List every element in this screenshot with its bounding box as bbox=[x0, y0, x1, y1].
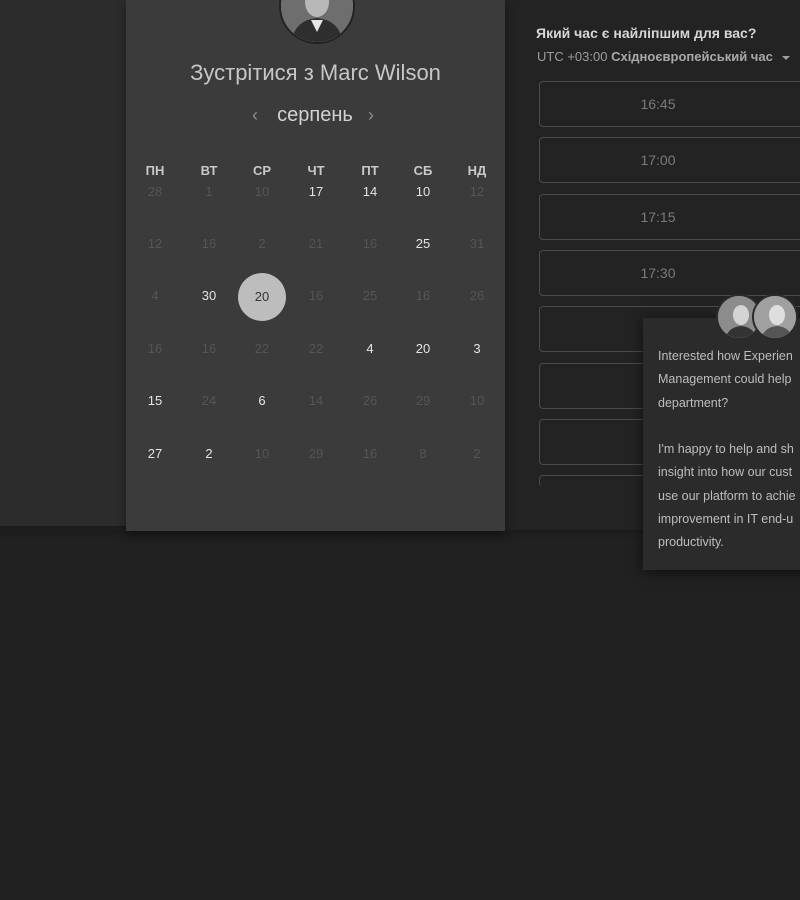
chat-line: use our platform to achie bbox=[658, 488, 796, 503]
calendar-day: 29 bbox=[415, 393, 431, 408]
chat-line: Management could help bbox=[658, 372, 792, 387]
calendar-day: 2 bbox=[258, 236, 266, 251]
calendar-day[interactable]: 17 bbox=[296, 182, 336, 202]
weekday-label: ВТ bbox=[200, 163, 218, 178]
calendar-day: 16 bbox=[147, 341, 163, 356]
calendar-day: 16 bbox=[362, 446, 378, 461]
chat-agents[interactable] bbox=[716, 294, 800, 342]
calendar-day: 12 bbox=[469, 184, 485, 199]
calendar-day[interactable]: 15 bbox=[135, 391, 175, 411]
time-slot-button[interactable]: 17:00 bbox=[539, 137, 800, 184]
weekday-label: СР bbox=[252, 163, 272, 178]
calendar-day[interactable]: 2 bbox=[189, 444, 229, 464]
calendar-day[interactable]: 20 bbox=[403, 339, 443, 359]
chat-line: insight into how our cust bbox=[658, 465, 793, 480]
weekday-label: НД bbox=[467, 163, 487, 178]
chat-paragraph-1: Interested how Experien Management could… bbox=[643, 345, 800, 415]
agent-avatar bbox=[752, 294, 798, 340]
calendar-day: 8 bbox=[419, 446, 427, 461]
month-navigator: ‹ серпень › bbox=[240, 104, 390, 130]
calendar-day: 22 bbox=[254, 341, 270, 356]
calendar-day[interactable]: 25 bbox=[403, 234, 443, 254]
calendar-day: 4 bbox=[151, 288, 159, 303]
weekday-label: ПТ bbox=[361, 163, 379, 178]
calendar-day: 10 bbox=[254, 446, 270, 461]
calendar-day: 24 bbox=[201, 393, 217, 408]
calendar-day: 2 bbox=[473, 446, 481, 461]
calendar-day: 16 bbox=[201, 341, 217, 356]
chat-paragraph-2: I'm happy to help and sh insight into ho… bbox=[643, 438, 800, 554]
timezone-name: Східноєвропейський час bbox=[611, 49, 773, 64]
chat-bubble[interactable]: Interested how Experien Management could… bbox=[643, 318, 800, 570]
calendar-day: 29 bbox=[308, 446, 324, 461]
weekday-label: СБ bbox=[413, 163, 433, 178]
calendar-day: 28 bbox=[147, 184, 163, 199]
weekday-label: ЧТ bbox=[307, 163, 325, 178]
calendar-day: 31 bbox=[469, 236, 485, 251]
calendar-day-selected[interactable]: 20 bbox=[238, 273, 286, 321]
calendar-day: 10 bbox=[254, 184, 270, 199]
chat-line: department? bbox=[658, 395, 729, 410]
chat-line: productivity. bbox=[658, 535, 724, 550]
calendar-day: 25 bbox=[362, 288, 378, 303]
timezone-offset: UTC +03:00 bbox=[537, 49, 608, 64]
calendar-day: 16 bbox=[415, 288, 431, 303]
calendar-day: 16 bbox=[308, 288, 324, 303]
calendar-day: 26 bbox=[362, 393, 378, 408]
chevron-right-icon[interactable]: › bbox=[368, 104, 374, 126]
calendar-day[interactable]: 6 bbox=[242, 391, 282, 411]
time-slot-button[interactable]: 17:15 bbox=[539, 193, 800, 240]
calendar-day: 14 bbox=[308, 393, 324, 408]
meeting-title: Зустрітися з Marc Wilson bbox=[190, 60, 441, 85]
timezone-selector[interactable]: UTC +03:00 Східноєвропейський час bbox=[537, 49, 791, 64]
time-question: Який час є найліпшим для вас? bbox=[536, 25, 757, 41]
time-slot-button[interactable]: 17:30 bbox=[539, 249, 800, 296]
calendar-day: 16 bbox=[201, 236, 217, 251]
caret-down-icon bbox=[782, 55, 791, 60]
time-slot-button[interactable]: 16:45 bbox=[539, 81, 800, 127]
weekday-label: ПН bbox=[145, 163, 165, 178]
calendar-day[interactable]: 4 bbox=[350, 339, 390, 359]
chat-line: Interested how Experien bbox=[658, 349, 793, 363]
calendar-day: 10 bbox=[469, 393, 485, 408]
calendar-day: 12 bbox=[147, 236, 163, 251]
calendar-day[interactable]: 10 bbox=[403, 182, 443, 202]
calendar-day: 26 bbox=[469, 288, 485, 303]
chat-line: I'm happy to help and sh bbox=[658, 442, 794, 456]
chat-line: improvement in IT end-u bbox=[658, 511, 794, 526]
calendar-day: 21 bbox=[308, 236, 324, 251]
calendar-day[interactable]: 30 bbox=[189, 286, 229, 306]
calendar-day: 16 bbox=[362, 236, 378, 251]
calendar-day: 1 bbox=[205, 184, 213, 199]
calendar-day: 22 bbox=[308, 341, 324, 356]
calendar-day[interactable]: 14 bbox=[350, 182, 390, 202]
calendar-day[interactable]: 3 bbox=[457, 339, 497, 359]
calendar-day[interactable]: 27 bbox=[135, 444, 175, 464]
